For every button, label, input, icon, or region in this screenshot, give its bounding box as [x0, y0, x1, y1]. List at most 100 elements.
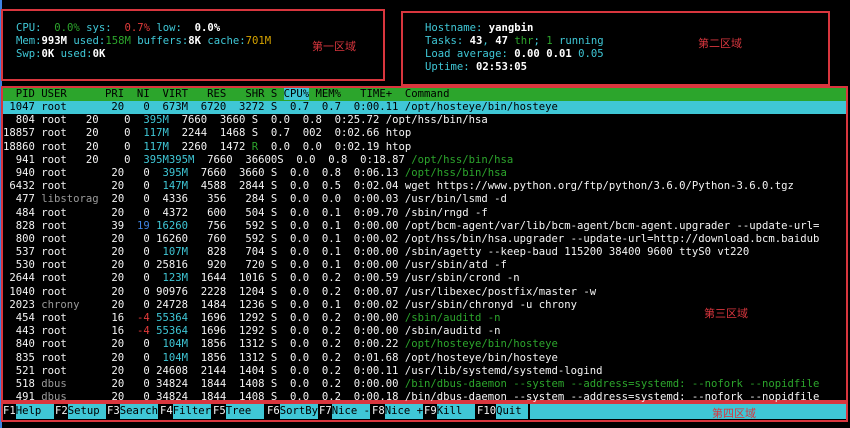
- process-cell: libstorag: [41, 193, 99, 206]
- process-row[interactable]: 1040 root 20 0 90976 2228 1204 S 0.0 0.2…: [3, 286, 846, 299]
- process-cell: 2260 1472: [168, 140, 252, 153]
- process-cell: 1047 root 20 0 673M 6720 3272 S 0.7 0.7 …: [3, 101, 558, 113]
- fkey-label: Search: [119, 404, 159, 419]
- process-cell: 941 root 20 0: [3, 153, 144, 166]
- process-row-selected[interactable]: 1047 root 20 0 673M 6720 3272 S 0.7 0.7 …: [3, 101, 846, 115]
- process-cell: /sbin/auditd -n: [404, 312, 501, 324]
- process-cell: 800 root 20 0 16260 760 592 S 0.0 0.1 0:…: [3, 232, 820, 245]
- fkey-label: SortBy: [279, 404, 319, 419]
- process-table-header[interactable]: PID USER PRI NI VIRT RES SHR S CPU% MEM%…: [3, 88, 846, 101]
- process-cell: 147M: [162, 180, 188, 193]
- fkey-search-button[interactable]: F3Search: [107, 404, 159, 419]
- fkey-quit-button[interactable]: F10Quit: [477, 404, 529, 419]
- stats-left-line3-text: 0K: [41, 48, 55, 60]
- stats-right-line2-text: 47: [495, 35, 508, 47]
- stats-right-line3-text: 0.05: [571, 48, 604, 60]
- column-header[interactable]: MEM% TIME+ Command: [309, 88, 450, 100]
- stats-left-line1-text: CPU:: [16, 22, 55, 34]
- process-row[interactable]: 840 root 20 0 104M 1856 1312 S 0.0 0.2 0…: [3, 338, 846, 351]
- zone1-label: 第一区域: [312, 40, 356, 53]
- fkey-key: F7: [319, 404, 332, 419]
- stats-right-line3-text: Load average:: [425, 48, 515, 60]
- fkey-label: Nice -: [331, 404, 371, 419]
- stats-left-line2-text: 8K: [188, 35, 201, 47]
- process-cell: 4588 2844 S 0.0 0.5 0:02.04 wget https:/…: [187, 180, 794, 193]
- process-cell: /bin/dbus-daemon --system --address=syst…: [404, 377, 820, 390]
- process-row[interactable]: 2644 root 20 0 123M 1644 1016 S 0.0 0.2 …: [3, 272, 846, 285]
- stats-right-line1-text: Hostname:: [425, 22, 489, 34]
- stats-left-line2: Mem:993M used:158M buffers:8K cache:701M: [16, 35, 271, 48]
- fkey-key: F2: [55, 404, 68, 419]
- column-header-cpu[interactable]: CPU%: [283, 88, 310, 100]
- process-row[interactable]: 6432 root 20 0 147M 4588 2844 S 0.0 0.5 …: [3, 180, 846, 193]
- process-cell: 521 root 20 0 24608 2144 1404 S 0.0 0.2 …: [3, 364, 603, 377]
- stats-right-line2-text: running: [552, 35, 604, 47]
- fkey-help-button[interactable]: F1Help: [3, 404, 55, 419]
- fkey-label: Nice +: [384, 404, 424, 419]
- process-cell: 395M395M: [143, 153, 195, 166]
- process-cell: 835 root 20 0: [3, 351, 163, 364]
- zone2-label: 第二区域: [698, 37, 742, 50]
- fkey-sortby-button[interactable]: F6SortBy: [267, 404, 319, 419]
- process-row[interactable]: 537 root 20 0 107M 828 704 S 0.0 0.1 0:0…: [3, 246, 846, 259]
- process-cell: 484 root 20 0 4372 600 504 S 0.0 0.1 0:0…: [3, 206, 488, 219]
- column-header[interactable]: PID USER PRI NI VIRT RES SHR S: [3, 88, 284, 100]
- process-row[interactable]: 477 libstorag 20 0 4336 356 284 S 0.0 0.…: [3, 193, 846, 206]
- process-cell: 756 592 S 0.0 0.1 0:00.00 /opt/bcm-agent…: [187, 219, 820, 232]
- stats-left-line1-text: 0.0%: [54, 22, 80, 34]
- stats-right-line4: Uptime: 02:53:05: [425, 61, 604, 74]
- process-row[interactable]: 828 root 39 19 16260 756 592 S 0.0 0.1 0…: [3, 220, 846, 233]
- process-row[interactable]: 941 root 20 0 395M395M 7660 36600S 0.0 0…: [3, 154, 846, 167]
- stats-right-line4-text: 02:53:05: [476, 61, 528, 73]
- process-row[interactable]: 18857 root 20 0 117M 2244 1468 S 0.7 002…: [3, 127, 846, 140]
- stats-left-line2-text: Mem:: [16, 35, 42, 47]
- fkey-tree-button[interactable]: F5Tree: [213, 404, 265, 419]
- fkey-nice-button[interactable]: F7Nice -: [319, 404, 371, 419]
- stats-left-line2-text: used:: [67, 35, 106, 47]
- process-cell: 117M: [143, 127, 169, 140]
- stats-left-line1: CPU: 0.0% sys: 0.7% low: 0.0%: [16, 22, 271, 35]
- process-cell: 18857 root 20 0: [3, 127, 144, 140]
- fkey-nice-button[interactable]: F8Nice +: [372, 404, 424, 419]
- process-cell: 804 root 20 0: [3, 114, 144, 127]
- stats-left-line3-text: used:: [54, 48, 93, 60]
- process-row[interactable]: 443 root 16 -4 55364 1696 1292 S 0.0 0.2…: [3, 325, 846, 338]
- fkey-kill-button[interactable]: F9Kill: [424, 404, 476, 419]
- stats-left-line2-text: 701M: [245, 35, 272, 47]
- fkey-key: F10: [477, 404, 497, 419]
- process-cell: 518: [3, 377, 42, 390]
- fkey-key: F3: [107, 404, 120, 419]
- process-cell: 454 root 16: [3, 312, 137, 324]
- fkey-label: Help: [15, 404, 55, 419]
- process-row[interactable]: 518 dbus 20 0 34824 1844 1408 S 0.0 0.2 …: [3, 378, 846, 391]
- process-cell: /opt/hss/bin/hsa: [404, 166, 507, 179]
- stats-left-line2-text: 158M: [105, 35, 131, 47]
- process-cell: 20 0 4336 356 284 S 0.0 0.0 0:00.03 /usr…: [98, 193, 507, 206]
- process-row[interactable]: 800 root 20 0 16260 760 592 S 0.0 0.1 0:…: [3, 233, 846, 246]
- process-cell: 20 0 24728 1484 1236 S 0.0 0.1 0:00.02 /…: [79, 298, 578, 311]
- process-row[interactable]: 835 root 20 0 104M 1856 1312 S 0.0 0.2 0…: [3, 352, 846, 365]
- stats-right-line1-text: yangbin: [488, 22, 534, 34]
- stats-left-line2-text: buffers:: [130, 35, 189, 47]
- process-cell: 7660 3660 S 0.0 0.8 0:25.72 /opt/hss/bin…: [168, 114, 488, 127]
- fkey-filter-button[interactable]: F4Filter: [160, 404, 212, 419]
- stats-right-line2: Tasks: 43, 47 thr; 1 running: [425, 35, 604, 48]
- process-row[interactable]: 530 root 20 0 25816 920 720 S 0.0 0.1 0:…: [3, 259, 846, 272]
- process-list[interactable]: 1047 root 20 0 673M 6720 3272 S 0.7 0.7 …: [3, 101, 846, 404]
- process-cell: 443 root 16: [3, 325, 137, 338]
- process-row[interactable]: 804 root 20 0 395M 7660 3660 S 0.0 0.8 0…: [3, 114, 846, 127]
- process-row[interactable]: 484 root 20 0 4372 600 504 S 0.0 0.1 0:0…: [3, 207, 846, 220]
- process-cell: /opt/hosteye/bin/hosteye: [404, 338, 558, 351]
- process-cell: 16260: [149, 219, 188, 232]
- process-row[interactable]: 521 root 20 0 24608 2144 1404 S 0.0 0.2 …: [3, 365, 846, 378]
- process-cell: chrony: [41, 298, 80, 311]
- stats-right-line3-text: 0.01: [546, 48, 572, 60]
- fkey-key: F9: [424, 404, 437, 419]
- fkey-setup-button[interactable]: F2Setup: [55, 404, 107, 419]
- process-cell: 1856 1312 S 0.0 0.2 0:01.68 /opt/hosteye…: [187, 351, 558, 364]
- process-row[interactable]: 940 root 20 0 395M 7660 3660 S 0.0 0.8 0…: [3, 167, 846, 180]
- stats-right-line3: Load average: 0.00 0.01 0.05: [425, 48, 604, 61]
- process-cell: -4: [136, 312, 150, 324]
- process-cell: 395M: [143, 114, 169, 127]
- process-row[interactable]: 18860 root 20 0 117M 2260 1472 R 0.0 0.0…: [3, 141, 846, 154]
